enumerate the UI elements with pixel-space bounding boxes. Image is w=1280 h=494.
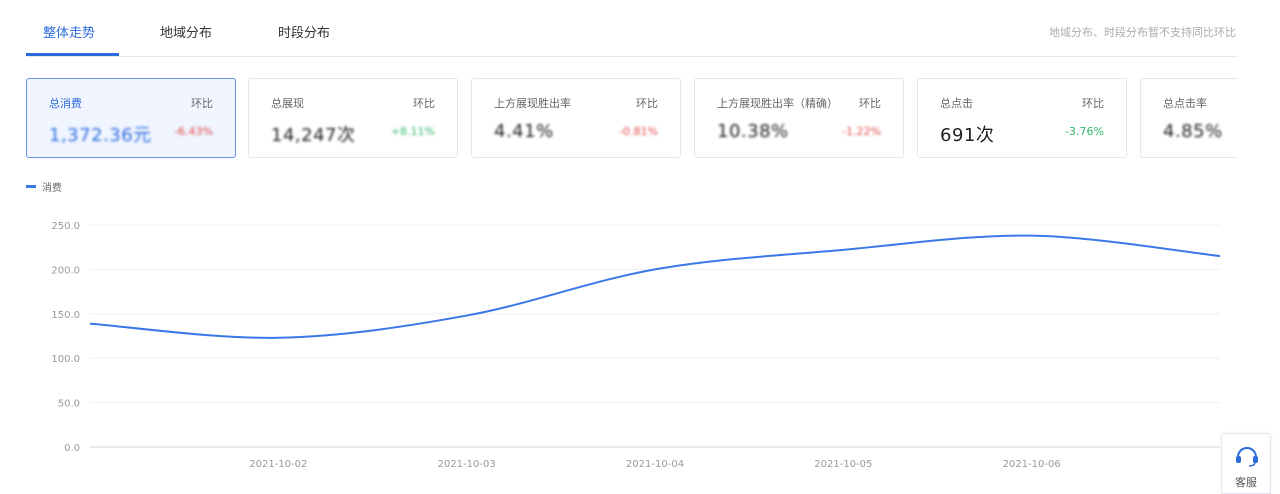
- metric-change: -0.81%: [619, 125, 658, 138]
- metric-value: 10.38%: [717, 121, 789, 142]
- headset-icon: [1236, 447, 1258, 467]
- tab-note: 地域分布、时段分布暂不支持同比环比: [1049, 26, 1236, 39]
- x-tick-label: 2021-10-04: [626, 459, 684, 470]
- metric-compare-label: 环比: [859, 97, 881, 110]
- tab-overall-trend[interactable]: 整体走势: [43, 22, 95, 41]
- x-tick-label: 2021-10-05: [814, 459, 872, 470]
- y-tick-label: 0.0: [64, 443, 80, 454]
- customer-service-label: 客服: [1235, 476, 1257, 489]
- metric-change: -1.22%: [842, 125, 881, 138]
- y-tick-label: 200.0: [51, 265, 80, 276]
- y-tick-label: 100.0: [51, 354, 80, 365]
- spend-line-chart: 0.0 50.0 100.0 150.0 200.0 250.0 2021-10-02 202…: [51, 221, 1221, 470]
- metric-card-total-impressions[interactable]: 总展现 环比 14,247次 +8.11%: [248, 78, 458, 158]
- metric-card-total-clicks[interactable]: 总点击 环比 691次 -3.76%: [917, 78, 1127, 158]
- metric-label: 上方展现胜出率: [494, 97, 571, 110]
- y-tick-label: 150.0: [51, 310, 80, 321]
- report-page: 整体走势 地域分布 时段分布 地域分布、时段分布暂不支持同比环比 总消费 环比 …: [0, 0, 1280, 494]
- metric-label: 总点击: [940, 97, 973, 110]
- y-tick-label: 50.0: [58, 399, 80, 410]
- x-tick-label: 2021-10-06: [1003, 459, 1061, 470]
- y-tick-label: 250.0: [51, 221, 80, 232]
- active-tab-indicator: [26, 53, 119, 56]
- metric-value: 4.85%: [1163, 121, 1223, 142]
- metric-label: 上方展现胜出率（精确）: [717, 97, 838, 110]
- metric-value: 14,247次: [271, 125, 356, 146]
- x-tick-label: 2021-10-02: [249, 459, 307, 470]
- metric-card-click-rate[interactable]: 总点击率 4.85%: [1140, 78, 1238, 158]
- metric-card-top-impression-rate-exact[interactable]: 上方展现胜出率（精确） 环比 10.38% -1.22%: [694, 78, 904, 158]
- chart-legend[interactable]: 消费: [26, 179, 62, 194]
- series-line-spend: [89, 234, 1221, 339]
- metric-label: 总展现: [271, 97, 304, 110]
- legend-swatch: [26, 185, 36, 188]
- tab-region-distribution[interactable]: 地域分布: [160, 22, 212, 41]
- metric-value: 691次: [940, 125, 995, 146]
- metric-compare-label: 环比: [191, 97, 213, 110]
- metric-card-top-impression-rate[interactable]: 上方展现胜出率 环比 4.41% -0.81%: [471, 78, 681, 158]
- metric-value: 4.41%: [494, 121, 554, 142]
- tab-bar: 整体走势 地域分布 时段分布 地域分布、时段分布暂不支持同比环比: [26, 0, 1238, 57]
- x-tick-label: 2021-10-03: [438, 459, 496, 470]
- metric-cards: 总消费 环比 1,372.36元 -6.43% 总展现 环比 14,247次 +…: [26, 78, 1238, 160]
- metric-compare-label: 环比: [1082, 97, 1104, 110]
- metric-label: 总消费: [49, 97, 82, 110]
- metric-compare-label: 环比: [413, 97, 435, 110]
- metric-change: +8.11%: [390, 125, 435, 138]
- metric-label: 总点击率: [1163, 97, 1207, 110]
- metric-card-total-spend[interactable]: 总消费 环比 1,372.36元 -6.43%: [26, 78, 236, 158]
- metric-value: 1,372.36元: [49, 125, 152, 146]
- metric-compare-label: 环比: [636, 97, 658, 110]
- metric-change: -3.76%: [1065, 125, 1104, 138]
- customer-service-button[interactable]: 客服: [1221, 433, 1271, 494]
- metric-change: -6.43%: [174, 125, 213, 138]
- tab-time-distribution[interactable]: 时段分布: [278, 22, 330, 41]
- legend-label: 消费: [42, 183, 62, 194]
